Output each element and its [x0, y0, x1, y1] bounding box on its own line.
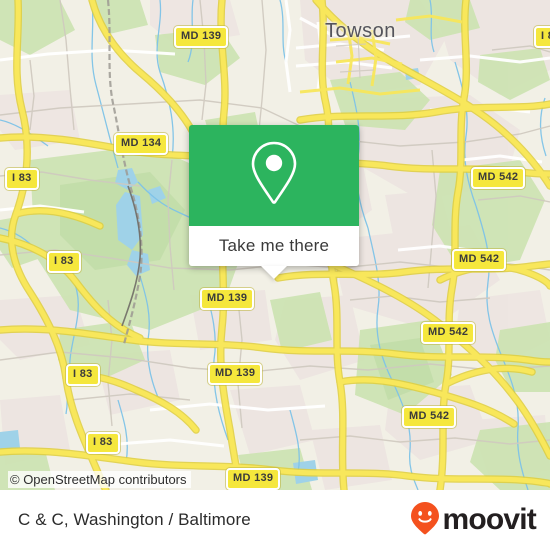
moovit-wordmark: moovit: [442, 503, 536, 536]
moovit-brand[interactable]: moovit: [410, 501, 537, 540]
callout-pin-panel: [189, 125, 359, 226]
road-shield: I 83: [47, 251, 81, 273]
place-title: C & C, Washington / Baltimore: [18, 510, 251, 529]
road-shield: I 83: [86, 432, 120, 454]
take-me-there-button[interactable]: Take me there: [189, 226, 359, 279]
take-me-there-label: Take me there: [218, 236, 330, 255]
location-callout-card[interactable]: Take me there: [189, 125, 359, 279]
road-shield: MD 139: [208, 363, 263, 385]
screenshot-root: Towson MD 139 MD 134 I 83 I 83 I 83 I 83…: [0, 0, 550, 550]
road-shield: MD 542: [471, 167, 526, 189]
road-shield: MD 139: [200, 288, 255, 310]
road-shield: MD 134: [114, 133, 169, 155]
road-shield: MD 542: [421, 322, 476, 344]
road-shield: MD 542: [402, 406, 457, 428]
map-pin-icon: [246, 139, 302, 212]
road-shield: I 83: [66, 364, 100, 386]
moovit-smiley-pin-icon: [410, 501, 440, 540]
callout-pointer-tail: [261, 266, 287, 279]
road-shield: MD 139: [174, 26, 229, 48]
osm-attribution[interactable]: © OpenStreetMap contributors: [8, 471, 191, 488]
road-shield: I 8: [534, 26, 550, 48]
road-shield: MD 542: [452, 249, 507, 271]
road-shield: MD 139: [226, 468, 281, 490]
bottom-info-bar: C & C, Washington / Baltimore moovit: [0, 490, 550, 550]
road-shield: I 83: [5, 168, 39, 190]
